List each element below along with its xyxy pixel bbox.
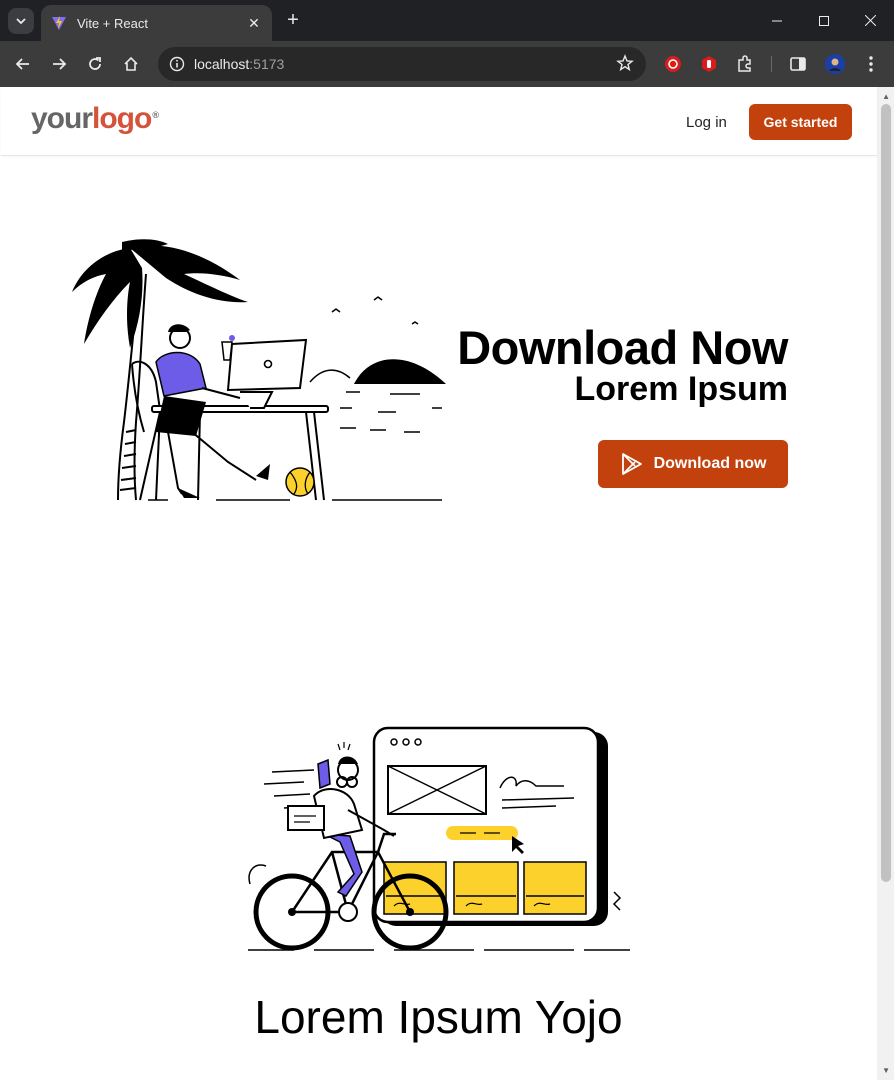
- browser-tab[interactable]: Vite + React ✕: [41, 5, 272, 41]
- arrow-left-icon: [15, 58, 29, 70]
- section-title: Lorem Ipsum Yojo: [254, 991, 623, 1043]
- extension-hand-icon[interactable]: [698, 53, 720, 75]
- side-panel-icon[interactable]: [787, 53, 809, 75]
- site-logo[interactable]: yourlogo®: [31, 102, 159, 136]
- logo-text-your: your: [31, 102, 93, 135]
- tab-strip: Vite + React ✕ +: [0, 0, 894, 41]
- scroll-down-arrow-icon[interactable]: ▼: [882, 1066, 890, 1075]
- tab-title: Vite + React: [77, 15, 148, 31]
- play-store-icon: [621, 453, 642, 475]
- tab-search-button[interactable]: [8, 8, 34, 34]
- back-button[interactable]: [8, 49, 38, 79]
- tab-close-icon[interactable]: ✕: [246, 15, 262, 31]
- site-info-icon[interactable]: [166, 53, 188, 75]
- home-icon: [124, 56, 138, 71]
- get-started-button[interactable]: Get started: [749, 104, 852, 140]
- url-text: localhost:5173: [194, 56, 284, 72]
- scroll-thumb[interactable]: [881, 104, 891, 882]
- download-now-label: Download now: [653, 455, 767, 472]
- browser-toolbar: localhost:5173: [0, 41, 894, 87]
- reload-icon: [89, 57, 101, 70]
- arrow-right-icon: [53, 58, 67, 70]
- maximize-icon: [819, 15, 829, 26]
- address-bar[interactable]: localhost:5173: [158, 47, 646, 81]
- extension-red-icon[interactable]: [662, 53, 684, 75]
- more-menu-icon[interactable]: [860, 53, 882, 75]
- site-navbar: yourlogo® Log in Get started: [1, 88, 877, 156]
- extensions-puzzle-icon[interactable]: [734, 53, 756, 75]
- forward-button[interactable]: [44, 49, 74, 79]
- bookmark-star-icon[interactable]: [616, 54, 634, 77]
- new-tab-button[interactable]: +: [282, 9, 304, 31]
- profile-avatar[interactable]: [824, 53, 846, 75]
- home-button[interactable]: [116, 49, 146, 79]
- scroll-up-arrow-icon[interactable]: ▲: [882, 92, 890, 101]
- hero-title: Download Now: [457, 321, 788, 374]
- logo-text-logo: logo: [92, 102, 152, 135]
- minimize-icon: [772, 20, 782, 21]
- reload-button[interactable]: [80, 49, 110, 79]
- login-link[interactable]: Log in: [686, 114, 727, 131]
- vite-favicon-icon: [52, 16, 66, 30]
- minimize-button[interactable]: [754, 0, 800, 41]
- bike-illustration: [248, 726, 630, 951]
- toolbar-divider: [771, 56, 772, 72]
- hero-subtitle: Lorem Ipsum: [574, 370, 788, 408]
- close-window-button[interactable]: [847, 0, 893, 41]
- url-port: :5173: [249, 56, 285, 72]
- logo-registered-mark: ®: [152, 110, 159, 120]
- close-icon: [864, 15, 876, 26]
- download-now-button[interactable]: Download now: [598, 440, 788, 488]
- url-host: localhost: [194, 56, 250, 72]
- maximize-button[interactable]: [801, 0, 847, 41]
- chevron-down-icon: [16, 18, 26, 25]
- hero-illustration: [72, 239, 446, 501]
